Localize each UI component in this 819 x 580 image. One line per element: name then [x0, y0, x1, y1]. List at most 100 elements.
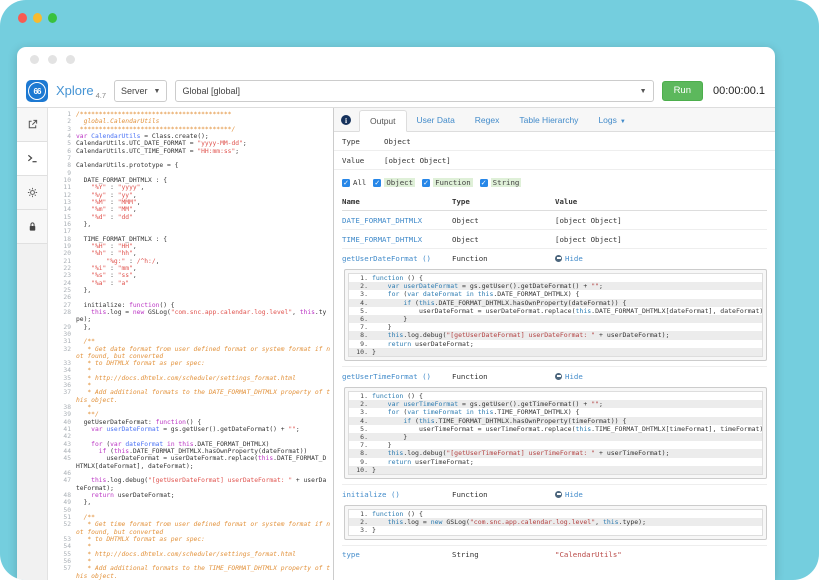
- code-text: },: [76, 324, 333, 331]
- line-number: 6.: [349, 315, 372, 323]
- filter-function[interactable]: ✓Function: [422, 178, 473, 187]
- toolbar: 66 Xplore4.7 Server▼ Global [global]▼ Ru…: [17, 75, 775, 108]
- code-text: return userDateFormat;: [76, 492, 333, 499]
- line-number: 53: [48, 536, 76, 543]
- editor-line: 42: [48, 433, 333, 440]
- result-name-link[interactable]: getUserDateFormat (): [342, 254, 431, 263]
- editor-line: 54 *: [48, 543, 333, 550]
- code-text: "%i" : "mm",: [76, 265, 333, 272]
- hide-toggle[interactable]: Hide: [555, 254, 583, 263]
- line-number: 6: [48, 148, 76, 155]
- editor-line: 12 "%y" : "yy",: [48, 192, 333, 199]
- checkbox-checked-icon[interactable]: ✓: [480, 179, 488, 187]
- results-body: TypeObject Value [object Object] ✓All ✓Obje…: [334, 132, 775, 580]
- source-line: 5. userDateFormat = userDateFormat.repla…: [349, 307, 762, 315]
- terminal-icon[interactable]: [17, 142, 47, 176]
- code-text: getUserDateFormat: function() {: [76, 419, 333, 426]
- source-line: 3. for (var timeFormat in this.TIME_FORM…: [349, 408, 762, 416]
- chevron-down-icon: ▼: [640, 88, 647, 95]
- result-name-link[interactable]: DATE_FORMAT_DHTMLX: [342, 216, 422, 225]
- execution-timer: 00:00:00.1: [713, 85, 765, 97]
- minimize-window-icon[interactable]: [33, 13, 42, 23]
- source-line: 8. this.log.debug("[getUserTimeFormat] u…: [349, 449, 762, 457]
- editor-line: 41 var userDateFormat = gs.getUser().get…: [48, 426, 333, 433]
- line-number: 9.: [349, 458, 372, 466]
- hide-toggle[interactable]: Hide: [555, 372, 583, 381]
- editor-line: 37 * Add additional formats to the DATE_…: [48, 389, 333, 404]
- code-text: function () {: [372, 392, 423, 400]
- scope-select[interactable]: Global [global]▼: [175, 80, 653, 102]
- code-text: "%y" : "yy",: [76, 192, 333, 199]
- line-number: 10.: [349, 348, 372, 356]
- cell-type: String: [452, 550, 555, 559]
- code-text: "%H" : "HH",: [76, 243, 333, 250]
- line-number: 1.: [349, 274, 372, 282]
- code-text: this.log.debug("[getUserDateFormat] user…: [372, 331, 669, 339]
- code-text: CalendarUtils.prototype = {: [76, 162, 333, 169]
- checkbox-checked-icon[interactable]: ✓: [342, 179, 350, 187]
- cell-value: [object Object]: [555, 235, 622, 244]
- result-name-link[interactable]: TIME_FORMAT_DHTMLX: [342, 235, 422, 244]
- window-controls: [18, 13, 57, 23]
- source-line: 7. }: [349, 323, 762, 331]
- lock-icon[interactable]: [17, 210, 47, 244]
- run-button[interactable]: Run: [662, 81, 703, 101]
- table-row: DATE_FORMAT_DHTMLXObject[object Object]: [342, 211, 767, 229]
- script-editor[interactable]: 1/**************************************…: [48, 108, 333, 580]
- result-name-link[interactable]: initialize (): [342, 490, 400, 499]
- tab-user-data[interactable]: User Data: [407, 110, 465, 132]
- code-text: * Add additional formats to the DATE_FOR…: [76, 389, 333, 404]
- checkbox-checked-icon[interactable]: ✓: [422, 179, 430, 187]
- code-text: * Get date format from user defined form…: [76, 346, 333, 361]
- tab-output[interactable]: Output: [359, 110, 407, 133]
- summary-label: Value: [342, 156, 384, 165]
- source-line: 4. if (this.DATE_FORMAT_DHTMLX.hasOwnPro…: [349, 299, 762, 307]
- tab-regex[interactable]: Regex: [465, 110, 510, 132]
- editor-line: 44 if (this.DATE_FORMAT_DHTMLX.hasOwnPro…: [48, 448, 333, 455]
- line-number: 2.: [349, 518, 372, 526]
- chevron-down-icon: ▼: [154, 88, 161, 95]
- settings-gear-icon[interactable]: [17, 176, 47, 210]
- tab-table-hierarchy[interactable]: Table Hierarchy: [509, 110, 588, 132]
- code-text: userDateFormat = userDateFormat.replace(…: [76, 455, 333, 470]
- line-number: 36: [48, 382, 76, 389]
- filter-all[interactable]: ✓All: [342, 178, 366, 187]
- editor-line: 7: [48, 155, 333, 162]
- summary-row: TypeObject: [334, 132, 775, 151]
- info-icon[interactable]: i: [341, 115, 351, 125]
- hide-toggle[interactable]: Hide: [555, 490, 583, 499]
- line-number: 52: [48, 521, 76, 536]
- code-text: **/: [76, 411, 333, 418]
- code-text: * Get time format from user defined form…: [76, 521, 333, 536]
- line-number: 44: [48, 448, 76, 455]
- filter-object[interactable]: ✓Object: [373, 178, 415, 187]
- code-text: [76, 228, 333, 235]
- tab-logs[interactable]: Logs▼: [588, 110, 635, 132]
- results-tabs: i OutputUser DataRegexTable HierarchyLog…: [334, 108, 775, 132]
- table-row: typeString"CalendarUtils": [342, 545, 767, 564]
- checkbox-checked-icon[interactable]: ✓: [373, 179, 381, 187]
- code-text: "%s" : "ss",: [76, 272, 333, 279]
- code-text: global.CalendarUtils: [76, 118, 333, 125]
- line-number: 35: [48, 375, 76, 382]
- close-window-icon[interactable]: [18, 13, 27, 23]
- inner-dot: [48, 55, 57, 64]
- editor-line: 27 initialize: function() {: [48, 302, 333, 309]
- line-number: 8.: [349, 331, 372, 339]
- result-name-link[interactable]: type: [342, 550, 360, 559]
- header-name: Name: [342, 197, 452, 206]
- function-source-box: 1.function () {2. var userDateFormat = g…: [344, 269, 767, 361]
- server-select[interactable]: Server▼: [114, 80, 167, 102]
- result-summary: TypeObjectValue[object Object]: [334, 132, 775, 170]
- editor-line: 43 for (var dateFormat in this.DATE_FORM…: [48, 441, 333, 448]
- line-number: 55: [48, 551, 76, 558]
- filter-string[interactable]: ✓String: [480, 178, 522, 187]
- filter-label: String: [491, 178, 522, 187]
- result-name-link[interactable]: getUserTimeFormat (): [342, 372, 431, 381]
- chevron-down-icon: ▼: [620, 119, 626, 125]
- open-in-new-window-icon[interactable]: [17, 108, 47, 142]
- maximize-window-icon[interactable]: [48, 13, 57, 23]
- code-text: "%Y" : "yyyy",: [76, 184, 333, 191]
- editor-line: 13 "%M" : "MMM",: [48, 199, 333, 206]
- editor-line: 22 "%i" : "mm",: [48, 265, 333, 272]
